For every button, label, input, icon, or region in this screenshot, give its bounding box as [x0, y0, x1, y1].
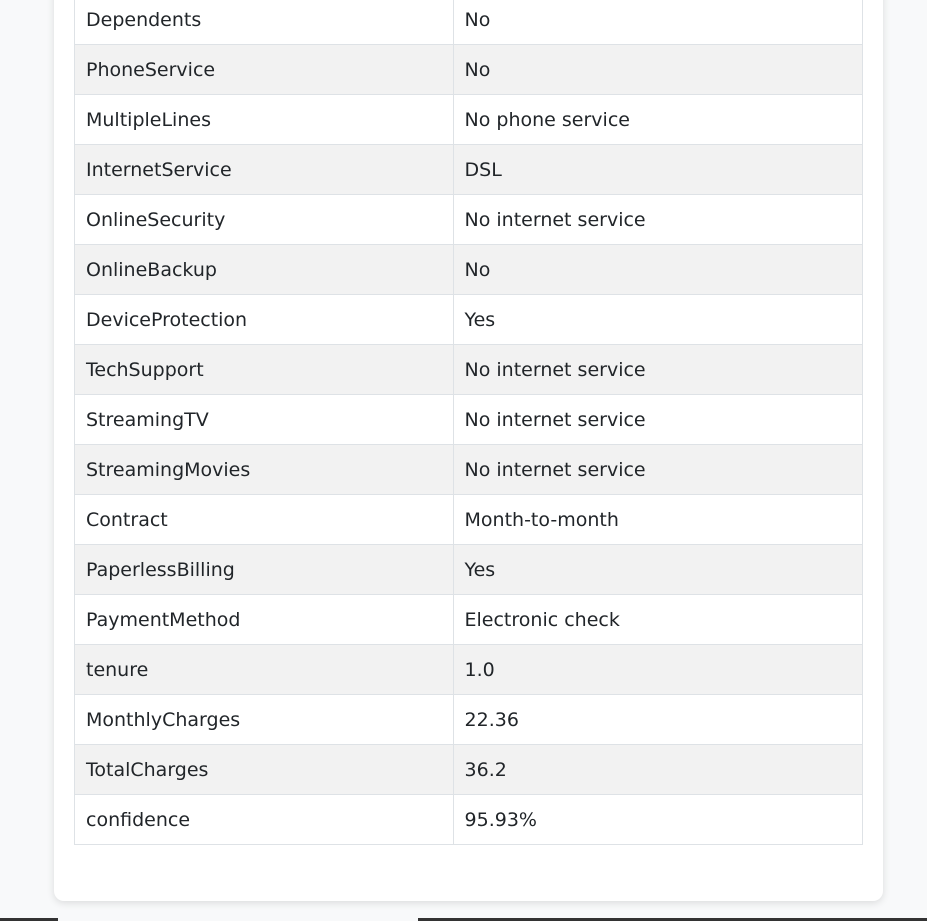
field-name-cell: OnlineBackup — [74, 244, 454, 295]
field-name-cell: OnlineSecurity — [74, 194, 454, 245]
table-row: TechSupport No internet service — [74, 344, 864, 395]
table-row: DeviceProtection Yes — [74, 294, 864, 345]
field-name-cell: MonthlyCharges — [74, 694, 454, 745]
table-row: PaperlessBilling Yes — [74, 544, 864, 595]
table-row: StreamingMovies No internet service — [74, 444, 864, 495]
field-value-cell: No internet service — [452, 394, 864, 445]
field-value-cell: 36.2 — [452, 744, 864, 795]
field-value-cell: No — [452, 244, 864, 295]
field-name-cell: StreamingMovies — [74, 444, 454, 495]
field-value-cell: 1.0 — [452, 644, 864, 695]
field-name-cell: PaperlessBilling — [74, 544, 454, 595]
table-row: MultipleLines No phone service — [74, 94, 864, 145]
table-row: OnlineSecurity No internet service — [74, 194, 864, 245]
field-value-cell: 22.36 — [452, 694, 864, 745]
table-row: StreamingTV No internet service — [74, 394, 864, 445]
table-row: OnlineBackup No — [74, 244, 864, 295]
table-row: tenure 1.0 — [74, 644, 864, 695]
field-name-cell: Dependents — [74, 0, 454, 45]
field-name-cell: TechSupport — [74, 344, 454, 395]
table-row: MonthlyCharges 22.36 — [74, 694, 864, 745]
prediction-details-table: Dependents No PhoneService No MultipleLines N… — [74, 0, 864, 845]
field-name-cell: PhoneService — [74, 44, 454, 95]
field-value-cell: Electronic check — [452, 594, 864, 645]
table-row: confidence 95.93% — [74, 794, 864, 845]
field-name-cell: MultipleLines — [74, 94, 454, 145]
field-value-cell: Month-to-month — [452, 494, 864, 545]
table-row: InternetService DSL — [74, 144, 864, 195]
field-value-cell: No internet service — [452, 344, 864, 395]
field-value-cell: Yes — [452, 294, 864, 345]
table-row: PhoneService No — [74, 44, 864, 95]
field-name-cell: tenure — [74, 644, 454, 695]
table-row: TotalCharges 36.2 — [74, 744, 864, 795]
field-name-cell: confidence — [74, 794, 454, 845]
field-value-cell: No phone service — [452, 94, 864, 145]
table-row: PaymentMethod Electronic check — [74, 594, 864, 645]
field-value-cell: No — [452, 0, 864, 45]
field-name-cell: InternetService — [74, 144, 454, 195]
field-name-cell: PaymentMethod — [74, 594, 454, 645]
table-body: Dependents No PhoneService No MultipleLines N… — [74, 0, 864, 845]
field-value-cell: DSL — [452, 144, 864, 195]
field-name-cell: TotalCharges — [74, 744, 454, 795]
field-value-cell: No — [452, 44, 864, 95]
field-value-cell: 95.93% — [452, 794, 864, 845]
field-value-cell: No internet service — [452, 444, 864, 495]
table-row: Dependents No — [74, 0, 864, 45]
field-name-cell: StreamingTV — [74, 394, 454, 445]
field-value-cell: No internet service — [452, 194, 864, 245]
field-name-cell: DeviceProtection — [74, 294, 454, 345]
field-value-cell: Yes — [452, 544, 864, 595]
table-row: Contract Month-to-month — [74, 494, 864, 545]
page: Dependents No PhoneService No MultipleLines N… — [0, 0, 927, 921]
field-name-cell: Contract — [74, 494, 454, 545]
